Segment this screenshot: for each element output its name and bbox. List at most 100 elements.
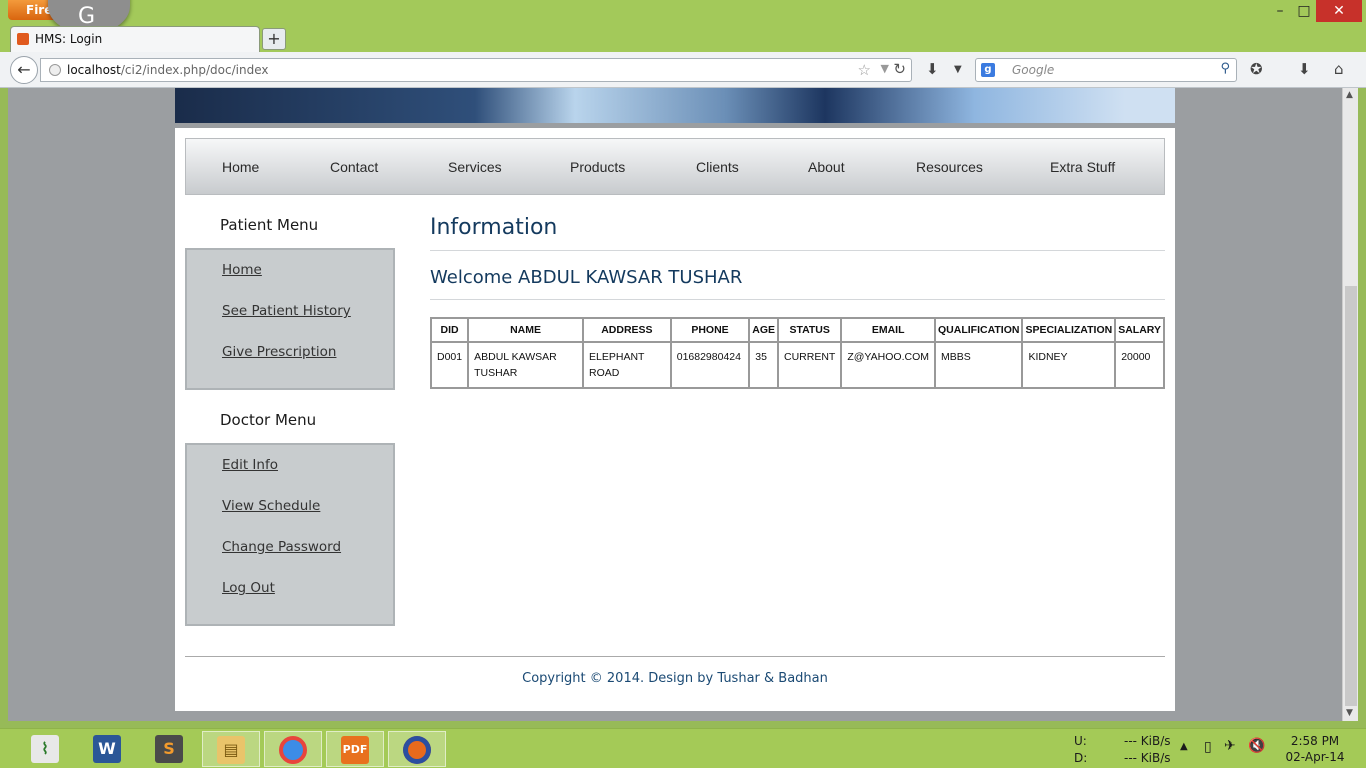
page-viewport: Home Contact Services Products Clients A… xyxy=(8,88,1342,721)
search-placeholder: Google xyxy=(1012,63,1055,77)
navigation-toolbar: ← localhost/ci2/index.php/doc/index ☆ ▼ … xyxy=(0,52,1366,88)
windows-taskbar: ⌇ W S ▤ PDF U: D: --- KiB/s --- KiB/s ▲ … xyxy=(0,728,1366,768)
chrome-icon[interactable] xyxy=(264,731,322,767)
net-upload-label: U: xyxy=(1074,734,1087,748)
doctor-info-table: DID NAME ADDRESS PHONE AGE STATUS EMAIL … xyxy=(430,317,1165,389)
clock-date: 02-Apr-14 xyxy=(1285,750,1345,764)
cell-address: ELEPHANT ROAD xyxy=(583,342,671,388)
url-host: localhost xyxy=(67,63,121,77)
cell-age: 35 xyxy=(749,342,779,388)
header-banner-image xyxy=(175,88,1175,123)
scroll-down-icon[interactable]: ▼ xyxy=(1346,708,1353,718)
nav-services[interactable]: Services xyxy=(448,159,502,175)
google-engine-icon[interactable]: g xyxy=(981,63,995,77)
system-clock[interactable]: 2:58 PM 02-Apr-14 xyxy=(1270,733,1360,765)
patient-menu-box: Home See Patient History Give Prescripti… xyxy=(185,248,395,390)
bookmark-star-icon[interactable]: ☆ xyxy=(858,61,871,79)
edit-info-link[interactable]: Edit Info xyxy=(222,457,278,473)
new-tab-button[interactable]: + xyxy=(262,28,286,50)
cell-qualification: MBBS xyxy=(935,342,1023,388)
title-divider xyxy=(430,250,1165,251)
url-bar[interactable]: localhost/ci2/index.php/doc/index ☆ ▼ ↻ xyxy=(40,58,912,82)
welcome-divider xyxy=(430,299,1165,300)
search-input[interactable]: g Google ⚲ xyxy=(975,58,1237,82)
cell-did: D001 xyxy=(431,342,469,388)
window-titlebar: Firefox G – □ ✕ xyxy=(0,0,1366,34)
xampp-favicon-icon xyxy=(17,33,29,45)
cell-salary: 20000 xyxy=(1115,342,1164,388)
log-out-link[interactable]: Log Out xyxy=(222,580,275,596)
net-download-value: --- KiB/s xyxy=(1124,751,1171,765)
file-explorer-icon[interactable]: ▤ xyxy=(202,731,260,767)
give-prescription-link[interactable]: Give Prescription xyxy=(222,344,336,360)
col-header-email: EMAIL xyxy=(841,318,935,342)
col-header-phone: PHONE xyxy=(670,318,750,342)
word-icon[interactable]: W xyxy=(78,731,136,767)
maximize-button[interactable]: □ xyxy=(1290,0,1318,22)
task-manager-icon[interactable]: ⌇ xyxy=(16,731,74,767)
nav-home[interactable]: Home xyxy=(222,159,259,175)
patient-menu-home-link[interactable]: Home xyxy=(222,262,262,278)
scroll-up-icon[interactable]: ▲ xyxy=(1346,90,1353,100)
col-header-name: NAME xyxy=(468,318,584,342)
volume-muted-icon[interactable]: 🔇 xyxy=(1248,738,1265,754)
url-path: /ci2/index.php/doc/index xyxy=(120,63,269,77)
addon-icon[interactable]: ⬇ xyxy=(926,60,939,78)
net-download-label: D: xyxy=(1074,751,1088,765)
clock-time: 2:58 PM xyxy=(1290,734,1340,748)
cell-phone: 01682980424 xyxy=(670,342,750,388)
cell-email: Z@YAHOO.COM xyxy=(841,342,935,388)
cell-specialization: KIDNEY xyxy=(1022,342,1116,388)
reload-icon[interactable]: ↻ xyxy=(893,60,906,78)
firefox-icon[interactable] xyxy=(388,731,446,767)
battery-icon[interactable]: ▯ xyxy=(1204,739,1212,755)
nav-contact[interactable]: Contact xyxy=(330,159,378,175)
welcome-message: Welcome ABDUL KAWSAR TUSHAR xyxy=(430,267,743,288)
net-upload-value: --- KiB/s xyxy=(1124,734,1171,748)
nav-extra-stuff[interactable]: Extra Stuff xyxy=(1050,159,1115,175)
home-icon[interactable]: ⌂ xyxy=(1334,60,1344,78)
footer-divider xyxy=(185,656,1165,657)
nav-clients[interactable]: Clients xyxy=(696,159,739,175)
scrollbar-thumb[interactable] xyxy=(1345,286,1357,706)
table-header-row: DID NAME ADDRESS PHONE AGE STATUS EMAIL … xyxy=(431,318,1164,342)
globe-icon xyxy=(49,64,61,76)
bookmarks-menu-icon[interactable]: ✪ xyxy=(1250,60,1263,78)
nav-resources[interactable]: Resources xyxy=(916,159,983,175)
view-schedule-link[interactable]: View Schedule xyxy=(222,498,320,514)
doctor-menu-title: Doctor Menu xyxy=(220,411,317,429)
tab-hms-login[interactable]: HMS: Login xyxy=(10,26,260,52)
cell-name: ABDUL KAWSAR TUSHAR xyxy=(468,342,584,388)
banner-divider xyxy=(175,123,1175,128)
page-title: Information xyxy=(430,215,558,240)
back-button[interactable]: ← xyxy=(10,56,38,84)
sublime-text-icon[interactable]: S xyxy=(140,731,198,767)
nav-about[interactable]: About xyxy=(808,159,845,175)
col-header-salary: SALARY xyxy=(1115,318,1164,342)
close-window-button[interactable]: ✕ xyxy=(1316,0,1362,22)
see-patient-history-link[interactable]: See Patient History xyxy=(222,303,351,319)
nav-products[interactable]: Products xyxy=(570,159,625,175)
pdf-reader-icon[interactable]: PDF xyxy=(326,731,384,767)
table-row: D001 ABDUL KAWSAR TUSHAR ELEPHANT ROAD 0… xyxy=(431,342,1164,388)
tab-bar: HMS: Login + xyxy=(0,26,1366,52)
col-header-status: STATUS xyxy=(778,318,842,342)
col-header-age: AGE xyxy=(749,318,779,342)
downloads-icon[interactable]: ⬇ xyxy=(1298,60,1311,78)
patient-menu-title: Patient Menu xyxy=(220,216,319,234)
tab-title: HMS: Login xyxy=(35,32,103,46)
tray-expand-icon[interactable]: ▲ xyxy=(1180,741,1188,752)
cell-status: CURRENT xyxy=(778,342,842,388)
url-dropdown-icon[interactable]: ▼ xyxy=(881,62,889,75)
footer-copyright: Copyright © 2014. Design by Tushar & Bad… xyxy=(522,671,828,686)
search-icon[interactable]: ⚲ xyxy=(1220,61,1230,76)
vertical-scrollbar[interactable]: ▲ ▼ xyxy=(1342,88,1358,721)
doctor-menu-box: Edit Info View Schedule Change Password … xyxy=(185,443,395,626)
page-container: Home Contact Services Products Clients A… xyxy=(175,88,1175,711)
top-navigation: Home Contact Services Products Clients A… xyxy=(185,138,1165,195)
change-password-link[interactable]: Change Password xyxy=(222,539,341,555)
col-header-qualification: QUALIFICATION xyxy=(935,318,1023,342)
col-header-did: DID xyxy=(431,318,469,342)
addon-dropdown-icon[interactable]: ▼ xyxy=(954,64,962,75)
airplane-mode-icon[interactable]: ✈ xyxy=(1224,738,1236,754)
